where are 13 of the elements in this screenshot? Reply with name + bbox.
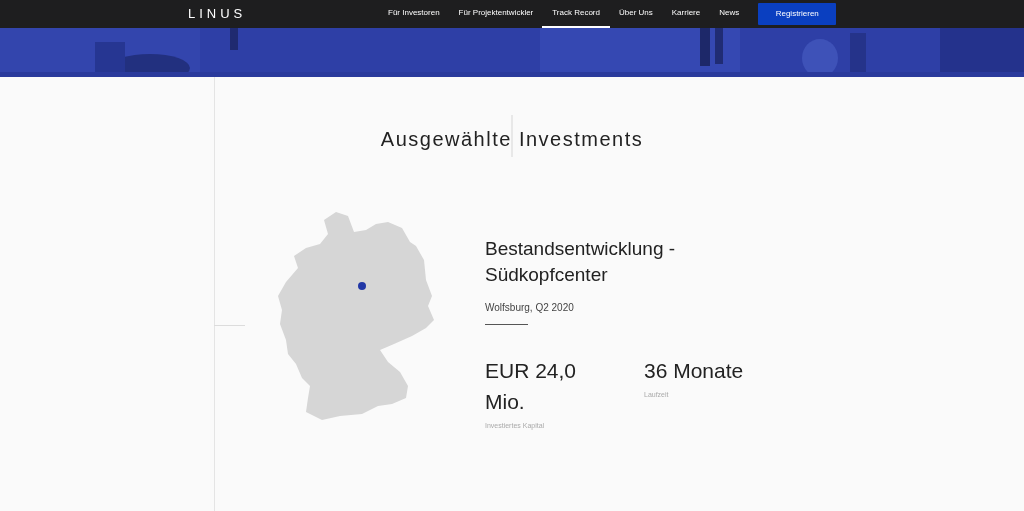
- logo[interactable]: LINUS: [188, 4, 338, 24]
- stat-value: 36 Monate: [644, 358, 745, 384]
- nav-link[interactable]: Für Investoren: [388, 0, 440, 28]
- nav-link[interactable]: Für Projektentwickler: [458, 0, 534, 28]
- section-title: Ausgewählte Investments: [380, 127, 644, 152]
- nav-link[interactable]: News: [719, 0, 740, 28]
- investment-location: Wolfsburg, Q2 2020: [485, 301, 575, 315]
- stat-value: EUR 24,0 Mio.: [485, 358, 578, 415]
- location-dot: [358, 282, 366, 290]
- nav-link[interactable]: Karriere: [671, 0, 701, 28]
- register-button[interactable]: Registrieren: [758, 3, 837, 25]
- nav-link[interactable]: Über Uns: [619, 0, 653, 28]
- investment-title: Bestandsentwicklung - Südkopfcenter: [485, 237, 677, 287]
